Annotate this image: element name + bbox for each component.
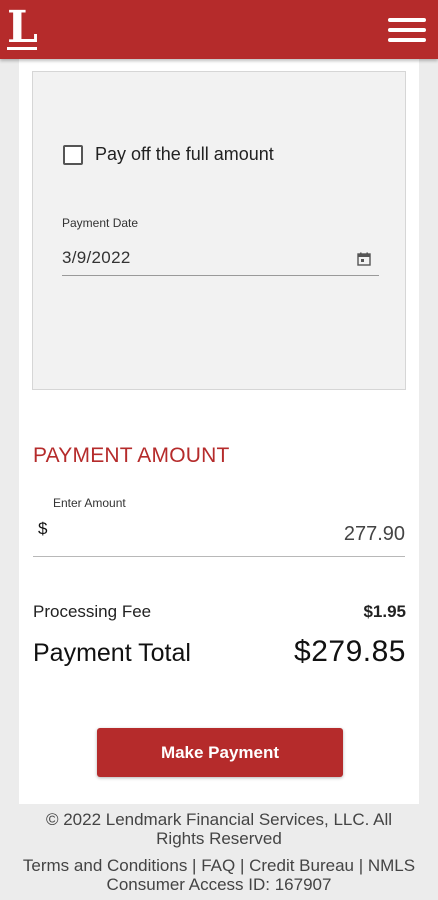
separator: | (187, 856, 202, 875)
terms-link[interactable]: Terms and Conditions (23, 856, 187, 875)
amount-value: 277.90 (343, 523, 405, 545)
logo-letter: L (7, 2, 38, 53)
separator: | (235, 856, 250, 875)
lendmark-logo[interactable]: L (7, 6, 41, 52)
copyright-text: © 2022 Lendmark Financial Services, LLC.… (45, 810, 393, 848)
currency-symbol: $ (38, 519, 48, 538)
footer-links: Terms and Conditions | FAQ | Credit Bure… (0, 856, 438, 894)
payment-total-value: $279.85 (294, 635, 406, 668)
payment-amount-title: PAYMENT AMOUNT (33, 444, 230, 467)
logo-underline (7, 47, 37, 50)
pay-full-label: Pay off the full amount (95, 144, 274, 164)
calendar-icon[interactable] (357, 252, 371, 266)
payment-total-label: Payment Total (33, 639, 191, 667)
faq-link[interactable]: FAQ (201, 856, 235, 875)
pay-full-checkbox[interactable] (63, 144, 83, 165)
pay-full-row[interactable]: Pay off the full amount (63, 144, 274, 165)
page-footer: © 2022 Lendmark Financial Services, LLC.… (0, 810, 438, 894)
app-header: L (0, 0, 438, 59)
enter-amount-label: Enter Amount (53, 496, 126, 510)
processing-fee-label: Processing Fee (33, 602, 152, 621)
make-payment-button[interactable]: Make Payment (97, 728, 343, 777)
payment-card: Pay off the full amount Payment Date 3/9… (19, 59, 419, 804)
hamburger-menu-icon[interactable] (388, 15, 428, 45)
payment-options-panel: Pay off the full amount Payment Date 3/9… (32, 71, 406, 390)
payment-date-input[interactable]: 3/9/2022 (62, 240, 379, 276)
amount-input[interactable]: $ 277.90 (33, 511, 405, 557)
processing-fee-value: $1.95 (363, 602, 406, 621)
payment-date-value: 3/9/2022 (62, 248, 131, 267)
payment-date-label: Payment Date (62, 216, 139, 230)
separator: | (353, 856, 368, 875)
credit-bureau-link[interactable]: Credit Bureau (249, 856, 354, 875)
